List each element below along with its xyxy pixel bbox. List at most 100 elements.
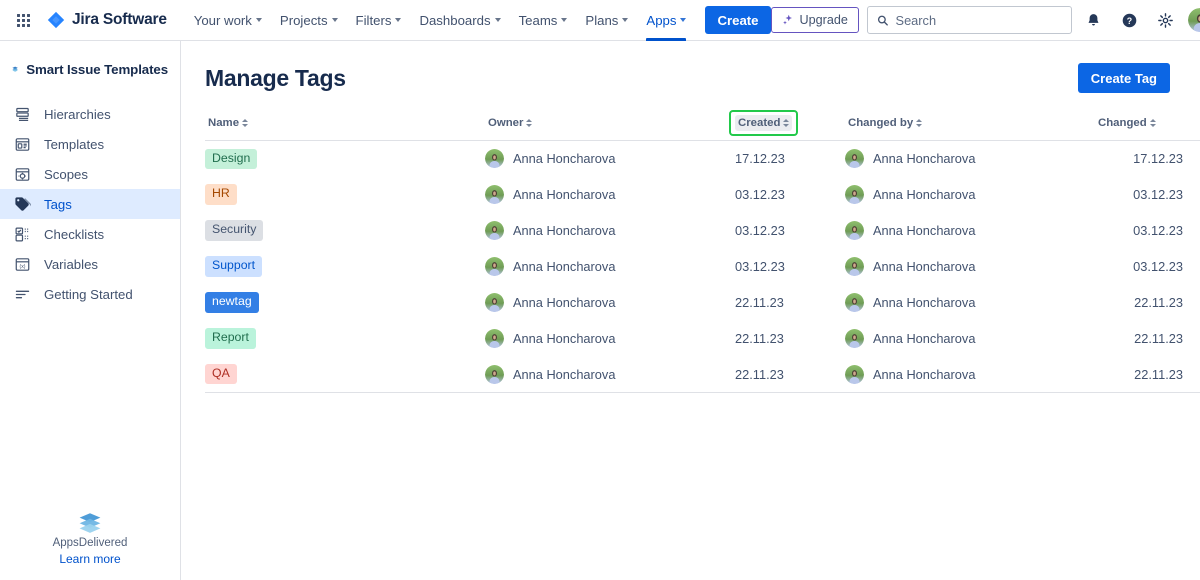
column-header-changed-by[interactable]: Changed by (845, 115, 1095, 141)
cell-changed-by: Anna Honcharova (845, 356, 1095, 393)
table-row[interactable]: Support Anna Honcharova 03.12.23 Anna Ho… (205, 249, 1200, 285)
cell-changed: 03.12.23 (1133, 187, 1183, 202)
table-row[interactable]: QA Anna Honcharova 22.11.23 Anna Honchar… (205, 356, 1200, 393)
tag-chip[interactable]: newtag (205, 292, 259, 313)
nav-label: Plans (585, 12, 619, 28)
nav-label: Dashboards (419, 12, 491, 28)
sidebar-item-checklists[interactable]: Checklists (0, 219, 180, 249)
nav-label: Teams (518, 12, 558, 28)
changed-by-avatar (845, 329, 864, 348)
sidebar-item-label: Scopes (44, 166, 88, 182)
user-avatar[interactable] (1187, 8, 1200, 32)
table-row[interactable]: Report Anna Honcharova 22.11.23 Anna Hon… (205, 321, 1200, 357)
sidebar-nav: Hierarchies Templates Scopes Tags Checkl… (0, 99, 180, 309)
sidebar-item-scopes[interactable]: Scopes (0, 159, 180, 189)
sort-owner-control[interactable]: Owner (485, 115, 535, 131)
nav-item-filters[interactable]: Filters (347, 0, 411, 41)
sidebar-item-variables[interactable]: (x) Variables (0, 249, 180, 279)
sort-arrows-icon (916, 119, 923, 127)
sidebar-item-label: Getting Started (44, 286, 133, 302)
sidebar-app-header[interactable]: Smart Issue Templates (0, 57, 180, 81)
table-header: Name Owner Created Changed by Changed (205, 110, 1200, 141)
table-row[interactable]: newtag Anna Honcharova 22.11.23 Anna Hon… (205, 285, 1200, 321)
column-header-owner[interactable]: Owner (485, 115, 735, 141)
brand-name: Jira Software (72, 11, 167, 28)
owner-cell: Anna Honcharova (485, 257, 735, 276)
tag-chip[interactable]: Support (205, 256, 263, 277)
nav-item-projects[interactable]: Projects (271, 0, 347, 41)
nav-item-your-work[interactable]: Your work (185, 0, 271, 41)
tag-chip[interactable]: Security (205, 220, 264, 241)
cell-changed-by: Anna Honcharova (845, 285, 1095, 321)
column-header-created[interactable]: Created (728, 110, 845, 141)
changed-by-avatar (845, 293, 864, 312)
owner-avatar (485, 221, 504, 240)
owner-cell: Anna Honcharova (485, 293, 735, 312)
owner-avatar (485, 257, 504, 276)
sort-changed-by-control[interactable]: Changed by (845, 115, 925, 131)
table-row[interactable]: Design Anna Honcharova 17.12.23 Anna Hon… (205, 141, 1200, 177)
owner-cell: Anna Honcharova (485, 221, 735, 240)
column-label: Created (738, 117, 781, 129)
svg-text:(x): (x) (19, 264, 25, 270)
sort-created-control[interactable]: Created (735, 115, 793, 131)
sidebar-item-label: Variables (44, 256, 98, 272)
changed-by-cell: Anna Honcharova (845, 257, 1095, 276)
owner-cell: Anna Honcharova (485, 185, 735, 204)
tag-chip[interactable]: Design (205, 148, 258, 169)
sidebar-item-tags[interactable]: Tags (0, 189, 180, 219)
sort-changed-control[interactable]: Changed (1095, 115, 1159, 131)
owner-cell: Anna Honcharova (485, 149, 735, 169)
sidebar-item-getting-started[interactable]: Getting Started (0, 279, 180, 309)
nav-item-dashboards[interactable]: Dashboards (410, 0, 509, 41)
table-row[interactable]: HR Anna Honcharova 03.12.23 Anna Honchar… (205, 177, 1200, 213)
sort-name-control[interactable]: Name (205, 115, 251, 131)
grid-apps-icon[interactable] (10, 7, 36, 33)
cell-owner: Anna Honcharova (485, 141, 735, 177)
appsdelivered-layers-logo (79, 513, 101, 533)
sidebar-title: Smart Issue Templates (26, 61, 168, 77)
hierarchies-icon (12, 104, 32, 124)
tag-chip[interactable]: QA (205, 364, 237, 385)
nav-item-teams[interactable]: Teams (510, 0, 577, 41)
cell-changed-by: Anna Honcharova (845, 141, 1095, 177)
owner-avatar (485, 293, 504, 312)
column-header-name[interactable]: Name (205, 115, 485, 141)
sidebar-item-templates[interactable]: Templates (0, 129, 180, 159)
cell-owner: Anna Honcharova (485, 213, 735, 249)
owner-name: Anna Honcharova (513, 295, 616, 310)
nav-label: Apps (646, 12, 677, 28)
column-label: Changed (1098, 117, 1147, 129)
sidebar-item-hierarchies[interactable]: Hierarchies (0, 99, 180, 129)
changed-by-name: Anna Honcharova (873, 223, 976, 238)
nav-item-plans[interactable]: Plans (576, 0, 637, 41)
search-box[interactable] (866, 6, 1072, 34)
nav-label: Your work (193, 12, 252, 28)
table-row[interactable]: Security Anna Honcharova 03.12.23 Anna H… (205, 213, 1200, 249)
help-button[interactable]: ? (1116, 6, 1144, 34)
learn-more-link[interactable]: Learn more (59, 552, 120, 566)
jira-brand[interactable]: Jira Software (46, 10, 167, 30)
create-tag-button[interactable]: Create Tag (1077, 63, 1170, 93)
create-button[interactable]: Create (705, 6, 771, 34)
table-header-row: Name Owner Created Changed by Changed (205, 110, 1200, 141)
nav-label: Filters (355, 12, 392, 28)
sparkle-icon (782, 14, 794, 26)
cell-created: 22.11.23 (735, 331, 784, 346)
changed-by-name: Anna Honcharova (873, 187, 976, 202)
tag-chip[interactable]: Report (205, 328, 256, 349)
nav-item-apps[interactable]: Apps (637, 0, 695, 41)
upgrade-button[interactable]: Upgrade (770, 7, 859, 33)
list-lines-icon (12, 284, 32, 304)
cell-changed: 03.12.23 (1133, 223, 1183, 238)
cell-changed-by: Anna Honcharova (845, 213, 1095, 249)
chevron-down-icon (331, 18, 338, 22)
search-input[interactable] (895, 12, 1062, 28)
tag-chip[interactable]: HR (205, 184, 237, 205)
settings-button[interactable] (1152, 6, 1180, 34)
owner-name: Anna Honcharova (513, 366, 616, 382)
notifications-button[interactable] (1080, 6, 1108, 34)
cell-name: Report (205, 321, 485, 357)
column-header-changed[interactable]: Changed (1095, 115, 1200, 141)
page-layout: Smart Issue Templates Hierarchies Templa… (0, 41, 1200, 580)
